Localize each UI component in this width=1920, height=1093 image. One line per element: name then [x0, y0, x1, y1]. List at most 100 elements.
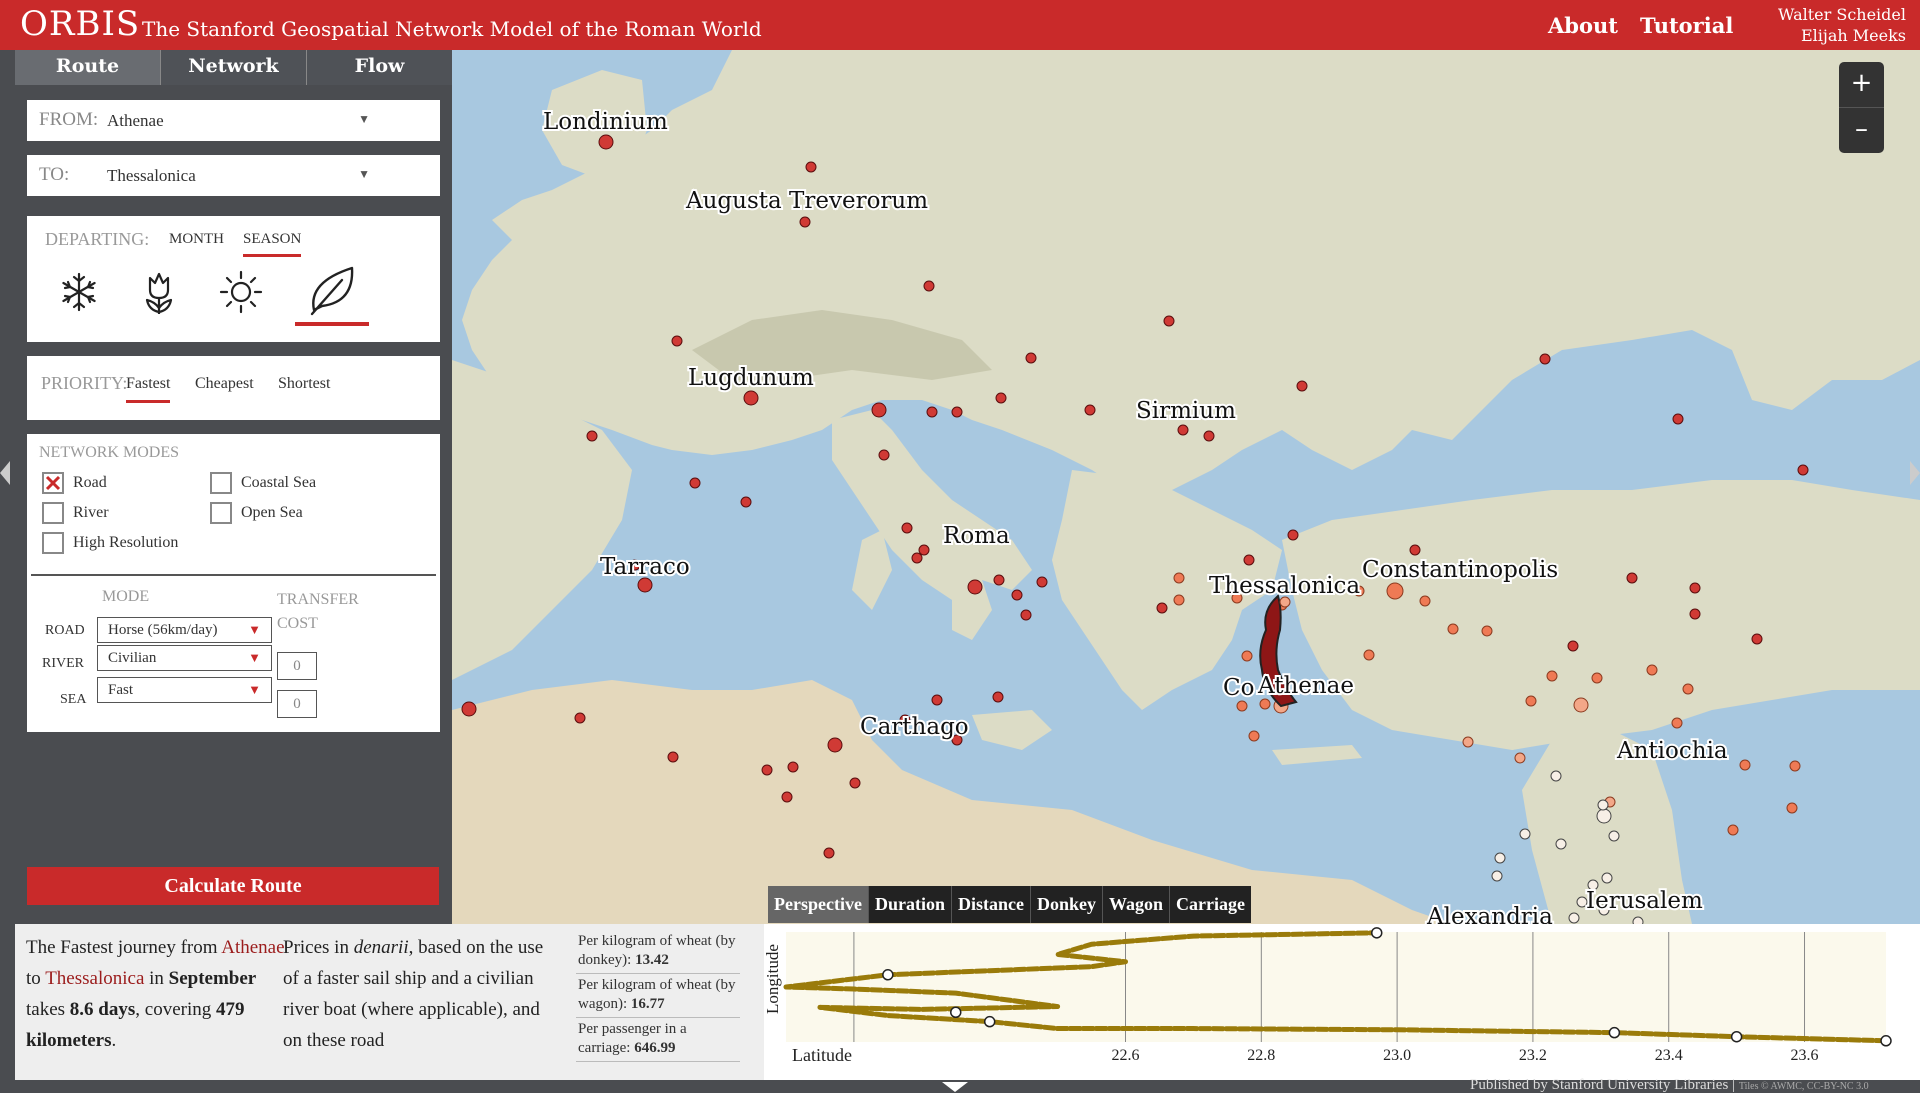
site-marker[interactable]	[1241, 650, 1253, 662]
coastal-sea-checkbox[interactable]	[210, 472, 232, 494]
site-marker[interactable]	[823, 847, 835, 859]
site-marker[interactable]	[901, 522, 913, 534]
sea-mode-select[interactable]: Fast ▼	[97, 677, 272, 703]
site-marker[interactable]	[461, 701, 477, 717]
site-marker[interactable]	[1608, 830, 1620, 842]
site-marker[interactable]	[1248, 730, 1260, 742]
site-marker[interactable]	[992, 691, 1004, 703]
site-marker[interactable]	[1287, 529, 1299, 541]
site-marker[interactable]	[1601, 872, 1613, 884]
site-marker[interactable]	[1409, 544, 1421, 556]
collapse-right-icon[interactable]	[1910, 461, 1920, 485]
tab-route[interactable]: Route	[15, 50, 161, 85]
tutorial-link[interactable]: Tutorial	[1640, 13, 1733, 38]
site-marker[interactable]	[689, 477, 701, 489]
site-marker[interactable]	[586, 430, 598, 442]
site-marker[interactable]	[1727, 824, 1739, 836]
site-marker[interactable]	[1797, 464, 1809, 476]
tab-flow[interactable]: Flow	[307, 50, 452, 85]
site-marker[interactable]	[1646, 664, 1658, 676]
site-constantinopolis[interactable]	[1386, 582, 1404, 600]
tab-distance[interactable]: Distance	[952, 886, 1031, 923]
site-marker[interactable]	[1419, 595, 1431, 607]
site-antiochia[interactable]	[1596, 808, 1612, 824]
site-marker[interactable]	[805, 161, 817, 173]
autumn-button[interactable]	[295, 262, 369, 326]
site-marker[interactable]	[1555, 838, 1567, 850]
river-mode-select[interactable]: Civilian ▼	[97, 645, 272, 671]
site-lugdunum[interactable]	[743, 390, 759, 406]
site-marker[interactable]	[1525, 695, 1537, 707]
site-marker[interactable]	[1539, 353, 1551, 365]
site-marker[interactable]	[1173, 572, 1185, 584]
site-marker[interactable]	[951, 406, 963, 418]
season-toggle[interactable]: SEASON	[243, 231, 302, 257]
site-marker[interactable]	[923, 280, 935, 292]
tab-perspective[interactable]: Perspective	[768, 886, 869, 923]
site-londinium[interactable]	[598, 134, 614, 150]
site-marker[interactable]	[1789, 760, 1801, 772]
site-marker[interactable]	[574, 712, 586, 724]
site-marker[interactable]	[1243, 554, 1255, 566]
high-resolution-checkbox[interactable]	[42, 532, 64, 554]
site-marker[interactable]	[740, 496, 752, 508]
spring-button[interactable]	[133, 266, 185, 318]
site-marker[interactable]	[1519, 828, 1531, 840]
site-marker[interactable]	[1491, 870, 1503, 882]
site-marker[interactable]	[787, 761, 799, 773]
priority-shortest[interactable]: Shortest	[278, 375, 330, 393]
winter-button[interactable]	[53, 266, 105, 318]
site-marker[interactable]	[878, 449, 890, 461]
site-marker[interactable]	[1020, 609, 1032, 621]
site-marker[interactable]	[849, 777, 861, 789]
calculate-route-button[interactable]: Calculate Route	[27, 867, 439, 905]
site-marker[interactable]	[1173, 594, 1185, 606]
site-marker[interactable]	[1363, 649, 1375, 661]
collapse-bottom-icon[interactable]	[942, 1082, 968, 1092]
site-marker[interactable]	[1462, 736, 1474, 748]
tab-duration[interactable]: Duration	[869, 886, 952, 923]
site-marker[interactable]	[761, 764, 773, 776]
tab-carriage[interactable]: Carriage	[1170, 886, 1251, 923]
site-marker[interactable]	[1671, 717, 1683, 729]
site-marker[interactable]	[1259, 698, 1271, 710]
site-marker[interactable]	[1567, 640, 1579, 652]
map-canvas[interactable]: Londinium Augusta Treverorum Lugdunum Si…	[452, 50, 1920, 924]
site-marker[interactable]	[1203, 430, 1215, 442]
river-checkbox[interactable]	[42, 502, 64, 524]
site-marker[interactable]	[993, 574, 1005, 586]
tab-wagon[interactable]: Wagon	[1103, 886, 1171, 923]
tab-donkey[interactable]: Donkey	[1031, 886, 1103, 923]
site-marker[interactable]	[1011, 589, 1023, 601]
site-marker[interactable]	[1786, 802, 1798, 814]
site-marker[interactable]	[1514, 752, 1526, 764]
site-marker[interactable]	[1689, 608, 1701, 620]
from-select[interactable]: FROM: Athenae ▼	[27, 100, 440, 141]
site-marker[interactable]	[671, 335, 683, 347]
site-marker[interactable]	[1597, 799, 1609, 811]
site-marker[interactable]	[871, 402, 887, 418]
site-marker[interactable]	[799, 216, 811, 228]
priority-fastest[interactable]: Fastest	[126, 375, 171, 403]
site-marker[interactable]	[1573, 697, 1589, 713]
site-marker[interactable]	[1550, 770, 1562, 782]
site-marker[interactable]	[1672, 413, 1684, 425]
month-toggle[interactable]: MONTH	[169, 231, 224, 248]
site-marker[interactable]	[1084, 404, 1096, 416]
site-marker[interactable]	[1626, 572, 1638, 584]
site-marker[interactable]	[1177, 424, 1189, 436]
zoom-out-button[interactable]: –	[1839, 107, 1884, 152]
river-transfer-input[interactable]: 0	[277, 652, 317, 680]
app-logo[interactable]: ORBIS	[20, 4, 140, 44]
site-marker[interactable]	[1591, 672, 1603, 684]
map-view[interactable]: Londinium Augusta Treverorum Lugdunum Si…	[452, 50, 1920, 924]
site-marker[interactable]	[931, 694, 943, 706]
site-marker[interactable]	[1296, 380, 1308, 392]
road-checkbox[interactable]	[42, 472, 64, 494]
site-marker[interactable]	[667, 751, 679, 763]
site-tarraco[interactable]	[637, 577, 653, 593]
site-marker[interactable]	[1546, 670, 1558, 682]
road-mode-select[interactable]: Horse (56km/day) ▼	[97, 617, 272, 643]
site-marker[interactable]	[1739, 759, 1751, 771]
summer-button[interactable]	[215, 266, 267, 318]
